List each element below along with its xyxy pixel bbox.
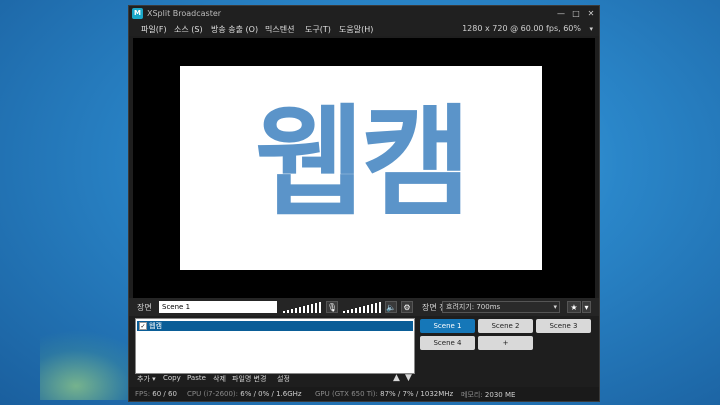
gpu-status: GPU (GTX 650 Ti): 87% / 7% / 1032MHz [315, 390, 453, 398]
xsplit-logo-icon: M [132, 8, 143, 19]
transition-value: 흐려지기: 700ms [446, 303, 501, 311]
gpu-label: GPU (GTX 650 Ti): [315, 390, 378, 398]
title-bar: M XSplit Broadcaster — □ ✕ [129, 6, 599, 22]
mic-mute-icon[interactable]: 🎙 [326, 301, 338, 313]
fps-value: 60 / 60 [152, 390, 177, 398]
scene-label: 장면 [137, 303, 152, 312]
speaker-icon[interactable]: 🔈 [385, 301, 397, 313]
cpu-status: CPU (i7-2600): 6% / 0% / 1.6GHz [187, 390, 302, 398]
source-visibility-checkbox[interactable]: ✓ [139, 322, 147, 330]
menu-extensions[interactable]: 믹스텐션 [265, 24, 294, 35]
maximize-button[interactable]: □ [570, 8, 582, 19]
source-toolbar: 추가 ▾ Copy Paste 삭제 파일명 변경 설정 ▲ ▼ [135, 373, 415, 385]
scene-3-button[interactable]: Scene 3 [536, 319, 591, 333]
app-window: M XSplit Broadcaster — □ ✕ 파일(F) 소스 (S) … [128, 5, 600, 402]
list-item[interactable]: ✓ 웹캠 [137, 321, 413, 331]
menu-file[interactable]: 파일(F) [141, 24, 167, 35]
chevron-down-icon: ▾ [553, 303, 557, 311]
close-button[interactable]: ✕ [585, 8, 597, 19]
fps-label: FPS: [135, 390, 151, 398]
move-down-icon[interactable]: ▼ [405, 373, 412, 383]
webcam-source-preview[interactable]: 웹캠 [180, 66, 542, 270]
scene-1-button[interactable]: Scene 1 [420, 319, 475, 333]
menu-tools[interactable]: 도구(T) [305, 24, 331, 35]
chevron-down-icon[interactable]: ▾ [582, 301, 591, 313]
memory-label: 메모리: [461, 391, 483, 399]
resolution-selector[interactable]: 1280 x 720 @ 60.00 fps, 60% [462, 24, 581, 33]
mic-volume-meter[interactable] [283, 301, 323, 313]
source-label: 웹캠 [149, 322, 162, 330]
gear-icon[interactable]: ⚙ [401, 301, 413, 313]
transition-select[interactable]: 흐려지기: 700ms ▾ [442, 301, 560, 313]
window-title: XSplit Broadcaster [147, 9, 222, 18]
scene-name-input[interactable] [159, 301, 277, 313]
paste-button[interactable]: Paste [187, 374, 206, 382]
settings-button[interactable]: 설정 [277, 374, 290, 384]
minimize-button[interactable]: — [555, 8, 567, 19]
speaker-volume-meter[interactable] [343, 301, 383, 313]
add-source-button[interactable]: 추가 ▾ [137, 374, 156, 384]
menu-broadcast[interactable]: 방송 송출 (O) [211, 24, 258, 35]
preview-canvas[interactable]: 웹캠 [133, 38, 595, 298]
memory-value: 2030 ME [484, 391, 516, 399]
scene-4-button[interactable]: Scene 4 [420, 336, 475, 350]
delete-button[interactable]: 삭제 [213, 374, 226, 384]
copy-button[interactable]: Copy [163, 374, 181, 382]
add-scene-button[interactable]: + [478, 336, 533, 350]
memory-status: 메모리: 2030 ME [461, 390, 515, 400]
menu-help[interactable]: 도움말(H) [339, 24, 373, 35]
cpu-value: 6% / 0% / 1.6GHz [240, 390, 302, 398]
cpu-label: CPU (i7-2600): [187, 390, 239, 398]
fps-status: FPS: 60 / 60 [135, 390, 177, 398]
status-bar: FPS: 60 / 60 CPU (i7-2600): 6% / 0% / 1.… [129, 387, 599, 401]
gpu-value: 87% / 7% / 1032MHz [380, 390, 454, 398]
source-list[interactable]: ✓ 웹캠 [135, 318, 415, 374]
star-icon[interactable]: ★ [567, 301, 581, 313]
menu-source[interactable]: 소스 (S) [174, 24, 203, 35]
menu-bar: 파일(F) 소스 (S) 방송 송출 (O) 믹스텐션 도구(T) 도움말(H)… [129, 22, 599, 36]
scene-2-button[interactable]: Scene 2 [478, 319, 533, 333]
rename-button[interactable]: 파일명 변경 [232, 374, 266, 384]
move-up-icon[interactable]: ▲ [393, 373, 400, 383]
preview-text: 웹캠 [254, 94, 472, 233]
scene-toolbar: 장면 🎙 🔈 ⚙ 장면 전환 흐려지기: 700ms ▾ ★ ▾ [129, 298, 599, 316]
chevron-down-icon[interactable]: ▾ [589, 25, 593, 33]
